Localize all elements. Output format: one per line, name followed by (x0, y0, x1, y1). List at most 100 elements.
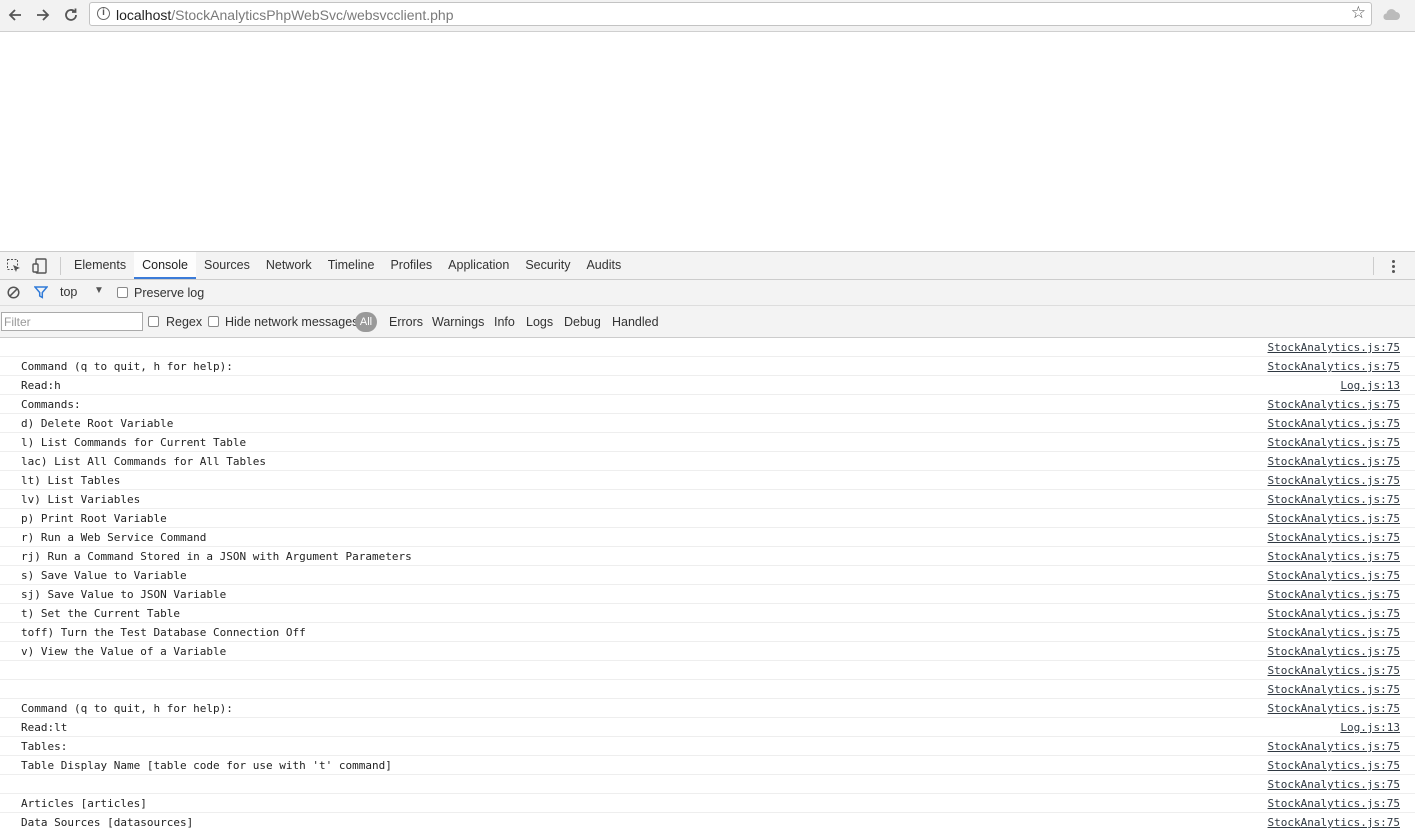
console-source-link[interactable]: StockAnalytics.js:75 (1268, 398, 1400, 411)
console-message: Articles [articles] StockAnalytics.js:75 (0, 794, 1415, 813)
console-source-link[interactable]: StockAnalytics.js:75 (1268, 702, 1400, 715)
level-warnings-button[interactable]: Warnings (432, 315, 484, 329)
console-message-text: Read:lt (21, 721, 68, 734)
level-errors-button[interactable]: Errors (389, 315, 423, 329)
console-message: r) Run a Web Service Command StockAnalyti… (0, 528, 1415, 547)
star-icon[interactable]: ☆ (1351, 3, 1366, 23)
console-source-link[interactable]: StockAnalytics.js:75 (1268, 626, 1400, 639)
console-message-text: lt) List Tables (21, 474, 121, 487)
address-bar[interactable]: i localhost/StockAnalyticsPhpWebSvc/webs… (89, 2, 1372, 26)
console-message: StockAnalytics.js:75 (0, 661, 1415, 680)
console-source-link[interactable]: StockAnalytics.js:75 (1268, 341, 1400, 354)
cloud-icon[interactable] (1381, 6, 1401, 22)
url-path: /StockAnalyticsPhpWebSvc/websvcclient.ph… (171, 7, 454, 23)
console-source-link[interactable]: StockAnalytics.js:75 (1268, 740, 1400, 753)
console-source-link[interactable]: StockAnalytics.js:75 (1268, 816, 1400, 829)
more-options-icon[interactable] (1386, 257, 1400, 275)
console-toolbar: top ▼ Preserve log (0, 280, 1415, 306)
console-message: Command (q to quit, h for help): StockAna… (0, 357, 1415, 376)
console-source-link[interactable]: StockAnalytics.js:75 (1268, 569, 1400, 582)
console-source-link[interactable]: StockAnalytics.js:75 (1268, 455, 1400, 468)
console-source-link[interactable]: Log.js:13 (1340, 379, 1400, 392)
arrow-left-icon (8, 9, 21, 21)
console-message-text: p) Print Root Variable (21, 512, 167, 525)
console-source-link[interactable]: StockAnalytics.js:75 (1268, 550, 1400, 563)
url-host: localhost (116, 7, 172, 23)
context-selector[interactable]: top (60, 285, 77, 299)
inspect-element-icon[interactable] (6, 258, 22, 274)
tab-security[interactable]: Security (517, 252, 578, 279)
console-message: StockAnalytics.js:75 (0, 680, 1415, 699)
reload-button[interactable] (59, 4, 83, 26)
console-source-link[interactable]: StockAnalytics.js:75 (1268, 360, 1400, 373)
level-handled-button[interactable]: Handled (612, 315, 659, 329)
toolbar-divider (60, 257, 61, 275)
console-message-text: Table Display Name [table code for use w… (21, 759, 392, 772)
console-message-text: Command (q to quit, h for help): (21, 702, 233, 715)
console-message-text: Tables: (21, 740, 68, 753)
regex-checkbox[interactable] (148, 316, 159, 327)
filter-input[interactable] (1, 312, 143, 331)
tab-audits[interactable]: Audits (578, 252, 629, 279)
console-message: Tables: StockAnalytics.js:75 (0, 737, 1415, 756)
console-source-link[interactable]: StockAnalytics.js:75 (1268, 512, 1400, 525)
console-message: Commands: StockAnalytics.js:75 (0, 395, 1415, 414)
console-source-link[interactable]: StockAnalytics.js:75 (1268, 531, 1400, 544)
console-source-link[interactable]: StockAnalytics.js:75 (1268, 683, 1400, 696)
console-message-text: s) Save Value to Variable (21, 569, 187, 582)
level-logs-button[interactable]: Logs (526, 315, 553, 329)
back-button[interactable] (3, 4, 27, 26)
chevron-down-icon[interactable]: ▼ (94, 285, 104, 296)
console-message: sj) Save Value to JSON Variable StockAnal… (0, 585, 1415, 604)
console-messages: StockAnalytics.js:75 Command (q to quit, … (0, 338, 1415, 830)
forward-button[interactable] (31, 4, 55, 26)
console-source-link[interactable]: StockAnalytics.js:75 (1268, 797, 1400, 810)
console-source-link[interactable]: StockAnalytics.js:75 (1268, 417, 1400, 430)
console-source-link[interactable]: StockAnalytics.js:75 (1268, 645, 1400, 658)
console-message: lt) List Tables StockAnalytics.js:75 (0, 471, 1415, 490)
console-message: lac) List All Commands for All Tables Sto… (0, 452, 1415, 471)
devtools-tabs: Elements Console Sources Network Timeline Pro… (66, 252, 629, 280)
tab-sources[interactable]: Sources (196, 252, 258, 279)
console-message-text: sj) Save Value to JSON Variable (21, 588, 227, 601)
console-message-text: Articles [articles] (21, 797, 147, 810)
device-toolbar-icon[interactable] (32, 258, 48, 274)
tab-application[interactable]: Application (440, 252, 517, 279)
page-content (0, 33, 1415, 251)
hide-network-checkbox[interactable] (208, 316, 219, 327)
preserve-log-checkbox[interactable] (117, 287, 128, 298)
console-source-link[interactable]: StockAnalytics.js:75 (1268, 778, 1400, 791)
console-message-text: Commands: (21, 398, 81, 411)
level-info-button[interactable]: Info (494, 315, 515, 329)
console-source-link[interactable]: StockAnalytics.js:75 (1268, 436, 1400, 449)
console-message-text: v) View the Value of a Variable (21, 645, 227, 658)
console-source-link[interactable]: StockAnalytics.js:75 (1268, 588, 1400, 601)
filter-icon[interactable] (34, 286, 48, 299)
tab-profiles[interactable]: Profiles (382, 252, 440, 279)
console-source-link[interactable]: Log.js:13 (1340, 721, 1400, 734)
tab-elements[interactable]: Elements (66, 252, 134, 279)
reload-icon (65, 8, 77, 21)
console-source-link[interactable]: StockAnalytics.js:75 (1268, 474, 1400, 487)
console-message-text: lac) List All Commands for All Tables (21, 455, 267, 468)
console-message: Table Display Name [table code for use w… (0, 756, 1415, 775)
clear-console-icon[interactable] (7, 286, 20, 299)
console-source-link[interactable]: StockAnalytics.js:75 (1268, 759, 1400, 772)
console-message-text: Command (q to quit, h for help): (21, 360, 233, 373)
devtools-tabbar: Elements Console Sources Network Timeline Pro… (0, 252, 1415, 280)
level-all-button[interactable]: All (355, 312, 377, 332)
toolbar-divider (1373, 257, 1374, 275)
console-source-link[interactable]: StockAnalytics.js:75 (1268, 607, 1400, 620)
info-icon[interactable]: i (97, 7, 110, 20)
console-source-link[interactable]: StockAnalytics.js:75 (1268, 664, 1400, 677)
console-message: StockAnalytics.js:75 (0, 775, 1415, 794)
console-source-link[interactable]: StockAnalytics.js:75 (1268, 493, 1400, 506)
tab-network[interactable]: Network (258, 252, 320, 279)
console-message-text: Data Sources [datasources] (21, 816, 194, 829)
level-debug-button[interactable]: Debug (564, 315, 601, 329)
tab-timeline[interactable]: Timeline (320, 252, 383, 279)
tab-console[interactable]: Console (134, 252, 196, 279)
console-message: s) Save Value to Variable StockAnalytics.… (0, 566, 1415, 585)
hide-network-label: Hide network messages (225, 315, 359, 329)
console-message: v) View the Value of a Variable StockAnal… (0, 642, 1415, 661)
